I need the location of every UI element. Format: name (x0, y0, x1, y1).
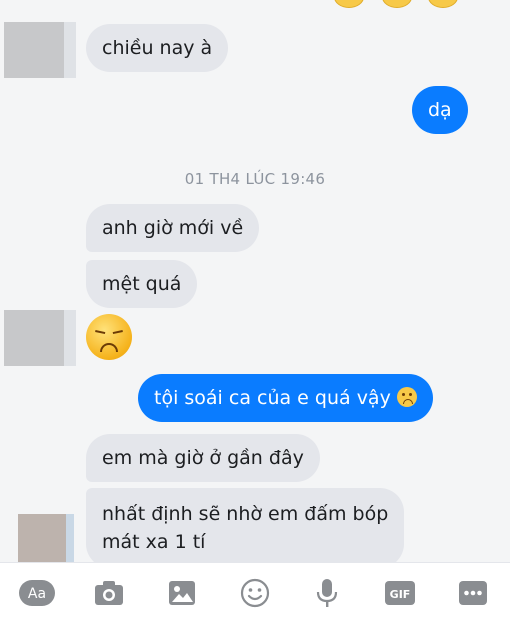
gif-label: GIF (390, 588, 411, 601)
emoji-icon (382, 0, 412, 8)
text-format-label: Aa (28, 586, 46, 602)
microphone-icon[interactable] (316, 579, 338, 607)
message-text: dạ (428, 99, 452, 121)
message-timestamp: 01 TH4 LÚC 19:46 (184, 170, 326, 188)
message-text: mệt quá (102, 273, 182, 295)
message-text: tội soái ca của e quá vậy (154, 387, 391, 409)
message-bubble[interactable]: mệt quá (86, 260, 198, 308)
text-format-icon[interactable]: Aa (18, 579, 56, 607)
message-text: nhất định sẽ nhờ em đấm bóp (102, 503, 389, 525)
sad-face-icon (396, 387, 417, 407)
disappointed-face-emoji[interactable] (86, 314, 132, 360)
camera-icon[interactable] (94, 579, 124, 607)
avatar[interactable] (18, 514, 74, 562)
emoji-icon (428, 0, 458, 8)
avatar[interactable] (4, 22, 76, 78)
gif-icon[interactable]: GIF (384, 579, 416, 607)
emoji-icon (334, 0, 364, 8)
message-bubble[interactable]: anh giờ mới về (86, 204, 260, 252)
message-bubble[interactable]: em mà giờ ở gần đây (86, 434, 320, 482)
message-text: chiều nay à (102, 37, 213, 59)
emoji-icon[interactable] (240, 578, 270, 608)
avatar[interactable] (4, 310, 76, 366)
message-bubble[interactable]: tội soái ca của e quá vậy (138, 374, 433, 422)
message-bubble[interactable]: chiều nay à (86, 24, 229, 72)
message-text: em mà giờ ở gần đây (102, 447, 304, 469)
conversation-view: chiều nay à dạ 01 TH4 LÚC 19:46 anh giờ … (0, 0, 510, 562)
composer-toolbar: Aa GIF (0, 562, 510, 620)
message-bubble[interactable]: nhất định sẽ nhờ em đấm bóp mát xa 1 tí (86, 488, 405, 562)
message-bubble[interactable]: dạ (412, 86, 468, 134)
message-text: mát xa 1 tí (102, 531, 206, 553)
message-text: anh giờ mới về (102, 217, 244, 239)
gallery-icon[interactable] (168, 579, 196, 607)
more-icon[interactable] (458, 579, 488, 607)
